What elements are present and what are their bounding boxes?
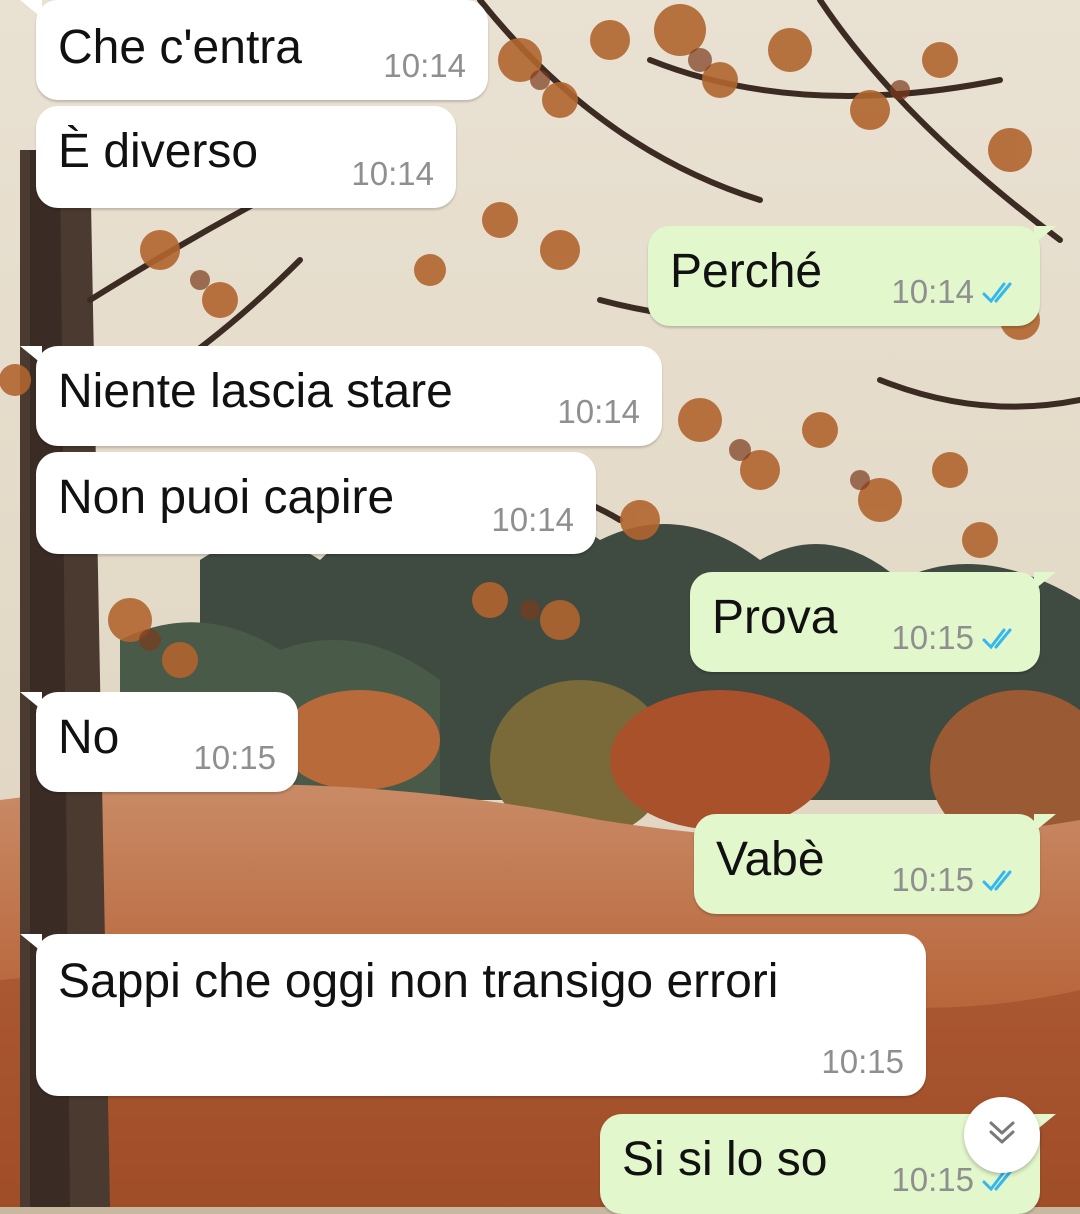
message-time: 10:14 <box>491 501 574 538</box>
message-text: Prova <box>712 591 838 644</box>
message-text: Sappi che oggi non transigo errori <box>58 955 779 1008</box>
message-time: 10:14 <box>351 155 434 192</box>
message-text: Vabè <box>716 833 825 886</box>
bubble-tail <box>20 0 42 18</box>
outgoing-message[interactable]: Perché 10:14 <box>648 226 1056 326</box>
message-time: 10:15 <box>891 861 974 898</box>
message-text: È diverso <box>58 125 259 178</box>
message-text: No <box>58 711 120 764</box>
message-text: Si si lo so <box>622 1133 828 1186</box>
message-text: Non puoi capire <box>58 471 395 524</box>
double-check-read-icon <box>980 866 1020 896</box>
message-time: 10:15 <box>193 739 276 776</box>
message-time: 10:15 <box>821 1043 904 1080</box>
double-check-read-icon <box>980 624 1020 654</box>
double-chevron-down-icon <box>984 1115 1020 1156</box>
bubble-tail <box>1034 572 1056 590</box>
message-time: 10:15 <box>891 619 974 656</box>
outgoing-message[interactable]: Vabè 10:15 <box>694 814 1056 914</box>
incoming-message[interactable]: Niente lascia stare 10:14 <box>20 346 662 446</box>
bubble-tail <box>20 346 42 364</box>
incoming-message[interactable]: È diverso 10:14 <box>36 106 456 208</box>
message-time: 10:14 <box>557 393 640 430</box>
message-text: Perché <box>670 245 823 298</box>
message-list[interactable]: Che c'entra 10:14 È diverso 10:14 Perché… <box>0 0 1080 1214</box>
incoming-message[interactable]: Non puoi capire 10:14 <box>36 452 596 554</box>
scroll-to-bottom-button[interactable] <box>964 1097 1040 1173</box>
message-text: Che c'entra <box>58 21 302 74</box>
message-time: 10:14 <box>383 47 466 84</box>
incoming-message[interactable]: Che c'entra 10:14 <box>20 0 488 100</box>
bubble-tail <box>1034 226 1056 244</box>
double-check-read-icon <box>980 278 1020 308</box>
incoming-message[interactable]: No 10:15 <box>20 692 298 792</box>
outgoing-message[interactable]: Prova 10:15 <box>690 572 1056 672</box>
incoming-message[interactable]: Sappi che oggi non transigo errori 10:15 <box>20 934 926 1096</box>
bubble-tail <box>20 692 42 710</box>
message-text: Niente lascia stare <box>58 365 453 418</box>
message-time: 10:15 <box>891 1161 974 1198</box>
bubble-tail <box>1034 814 1056 832</box>
message-time: 10:14 <box>891 273 974 310</box>
bubble-tail <box>20 934 42 952</box>
